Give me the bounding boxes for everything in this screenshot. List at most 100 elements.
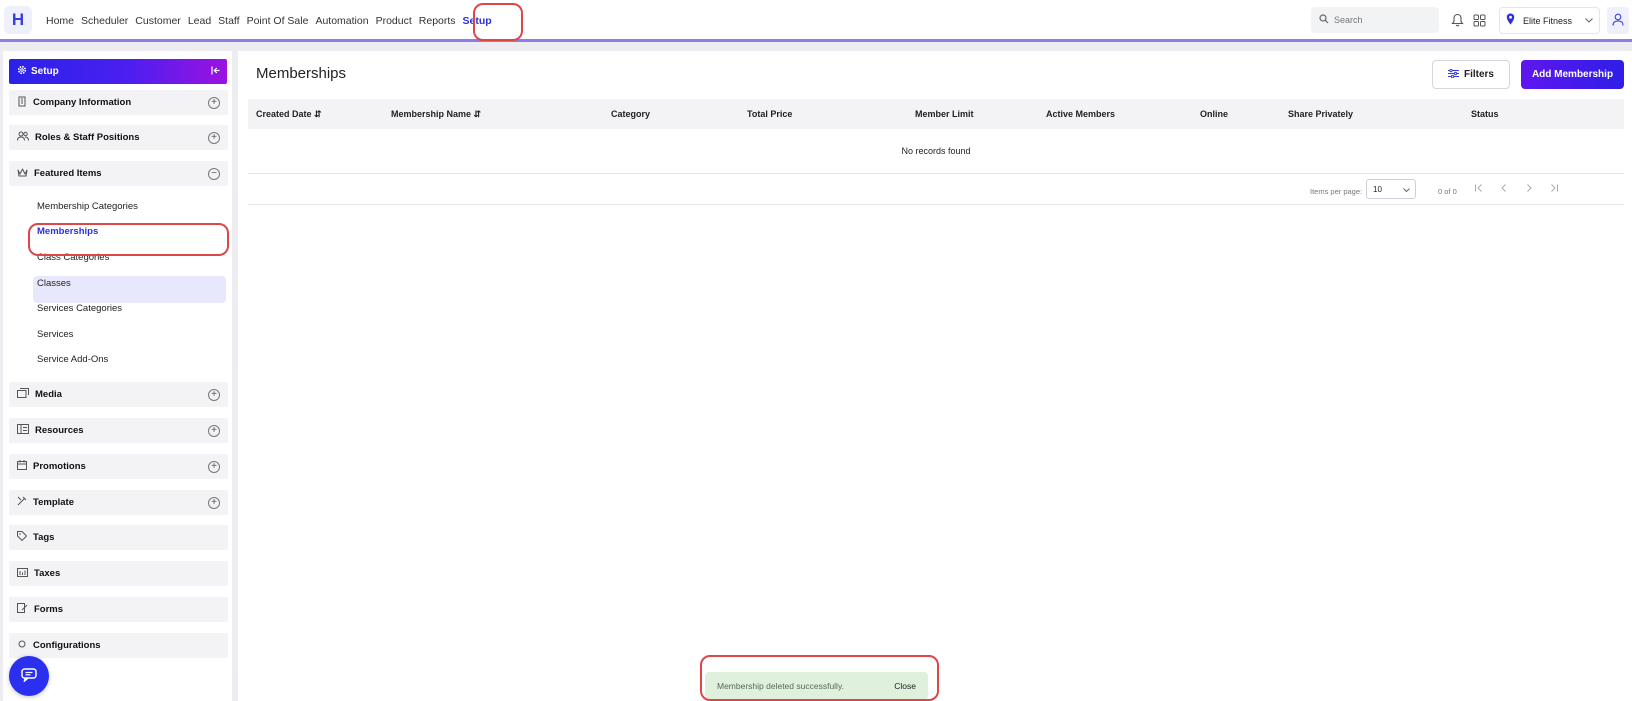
expand-plus-icon[interactable]: +: [208, 96, 220, 109]
sidebar-item-memberships[interactable]: Memberships: [37, 226, 98, 237]
media-icon: [17, 388, 29, 401]
sidebar-item-class-categories[interactable]: Class Categories: [37, 252, 109, 263]
sidebar-title: Setup: [31, 66, 59, 77]
sidebar-group-taxes[interactable]: Taxes: [9, 561, 228, 586]
previous-page-icon[interactable]: [1499, 182, 1509, 196]
column-header-online: Online: [1200, 109, 1229, 119]
add-membership-button[interactable]: Add Membership: [1521, 60, 1624, 89]
column-header-active-members: Active Members: [1046, 109, 1116, 119]
expand-plus-icon[interactable]: +: [208, 388, 220, 401]
nav-item-customer[interactable]: Customer: [135, 15, 181, 27]
pagination: Items per page: 10 0 of 0: [248, 174, 1624, 205]
sidebar-item-services[interactable]: Services: [37, 329, 73, 340]
crown-icon: [17, 168, 28, 180]
sidebar-group-label: Taxes: [34, 568, 61, 579]
nav-item-product[interactable]: Product: [376, 15, 412, 27]
sidebar-group-roles-staff[interactable]: Roles & Staff Positions +: [9, 125, 228, 150]
nav-item-lead[interactable]: Lead: [188, 15, 211, 27]
column-header-total-price: Total Price: [747, 109, 793, 119]
filters-label: Filters: [1463, 69, 1494, 80]
filter-sliders-icon: [1447, 68, 1459, 81]
nav-item-automation[interactable]: Automation: [315, 15, 368, 27]
chevron-down-icon: [1585, 15, 1593, 26]
users-icon: [17, 131, 29, 144]
search-box[interactable]: [1311, 7, 1439, 33]
filters-button[interactable]: Filters: [1432, 60, 1510, 89]
expand-plus-icon[interactable]: +: [208, 496, 220, 509]
column-header-category: Category: [611, 109, 651, 119]
empty-table-message: No records found: [248, 129, 1624, 174]
sidebar-group-label: Forms: [34, 604, 64, 615]
building-icon: [17, 96, 27, 110]
location-name: Elite Fitness: [1523, 15, 1573, 26]
calendar-icon: [17, 460, 27, 473]
column-header-membership-name[interactable]: Membership Name ⇵: [391, 109, 481, 120]
sidebar-header: Setup: [9, 59, 227, 84]
sidebar-item-service-add-ons[interactable]: Service Add-Ons: [37, 354, 108, 365]
apps-grid-icon[interactable]: [1471, 12, 1487, 28]
nav-item-setup[interactable]: Setup: [463, 15, 492, 27]
sidebar-item-membership-categories[interactable]: Membership Categories: [37, 201, 138, 212]
sidebar-item-services-categories[interactable]: Services Categories: [37, 303, 122, 314]
expand-plus-icon[interactable]: +: [208, 131, 220, 144]
sidebar-group-media[interactable]: Media +: [9, 382, 228, 407]
sidebar-group-label: Tags: [33, 532, 55, 543]
configurations-icon: [17, 639, 27, 652]
search-input[interactable]: [1334, 15, 1434, 25]
sidebar-group-tags[interactable]: Tags: [9, 525, 228, 550]
sidebar-group-label: Configurations: [33, 640, 101, 651]
table-header: Created Date ⇵ Membership Name ⇵ Categor…: [248, 99, 1624, 129]
items-per-page-value: 10: [1373, 184, 1382, 194]
sidebar-group-template[interactable]: Template +: [9, 490, 228, 515]
sidebar-group-label: Roles & Staff Positions: [35, 132, 140, 143]
sidebar-group-featured-items[interactable]: Featured Items −: [9, 161, 228, 186]
expand-plus-icon[interactable]: +: [208, 424, 220, 437]
items-per-page-label: Items per page:: [1310, 187, 1363, 196]
nav-item-home[interactable]: Home: [46, 15, 74, 27]
nav-item-point-of-sale[interactable]: Point Of Sale: [247, 15, 309, 27]
sidebar-group-company-information[interactable]: Company Information +: [9, 90, 228, 115]
settings-gear-icon: [17, 65, 27, 78]
nav-item-reports[interactable]: Reports: [419, 15, 456, 27]
main-nav: Home Scheduler Customer Lead Staff Point…: [46, 0, 499, 42]
collapse-minus-icon[interactable]: −: [208, 167, 220, 180]
first-page-icon[interactable]: [1474, 182, 1484, 196]
user-icon: [1612, 13, 1624, 29]
sort-icon: ⇵: [314, 109, 322, 119]
location-selector[interactable]: Elite Fitness: [1499, 7, 1600, 34]
chat-support-button[interactable]: [9, 656, 49, 696]
bell-icon[interactable]: [1449, 12, 1465, 28]
chat-icon: [21, 667, 37, 685]
column-header-share-privately: Share Privately: [1288, 109, 1354, 119]
column-header-status: Status: [1471, 109, 1499, 119]
sidebar-group-promotions[interactable]: Promotions +: [9, 454, 228, 479]
column-label: Created Date: [256, 109, 312, 119]
nav-item-scheduler[interactable]: Scheduler: [81, 15, 128, 27]
column-label: Membership Name: [391, 109, 472, 119]
items-per-page-select[interactable]: 10: [1366, 179, 1416, 199]
sidebar-group-forms[interactable]: Forms: [9, 597, 228, 622]
last-page-icon[interactable]: [1549, 182, 1559, 196]
sidebar-group-label: Promotions: [33, 461, 86, 472]
nav-item-staff[interactable]: Staff: [218, 15, 239, 27]
user-profile-button[interactable]: [1607, 7, 1629, 34]
sidebar-group-label: Template: [33, 497, 75, 508]
app-logo[interactable]: H: [4, 6, 32, 34]
toast-close-button[interactable]: Close: [894, 681, 916, 691]
expand-plus-icon[interactable]: +: [208, 460, 220, 473]
taxes-icon: [17, 567, 28, 580]
main-panel: Memberships Filters Add Membership Creat…: [238, 51, 1632, 701]
sidebar-group-label: Company Information: [33, 97, 132, 108]
page-title: Memberships: [256, 65, 347, 82]
collapse-sidebar-icon[interactable]: [211, 66, 221, 78]
next-page-icon[interactable]: [1524, 182, 1534, 196]
sidebar-group-resources[interactable]: Resources +: [9, 418, 228, 443]
top-navbar: H Home Scheduler Customer Lead Staff Poi…: [0, 0, 1632, 42]
sort-icon: ⇵: [473, 109, 482, 119]
column-header-member-limit: Member Limit: [915, 109, 974, 119]
sidebar-group-configurations[interactable]: Configurations: [9, 633, 228, 658]
sidebar-item-classes[interactable]: Classes: [37, 278, 71, 289]
column-header-created-date[interactable]: Created Date ⇵: [256, 109, 322, 120]
search-icon: [1319, 13, 1329, 27]
sidebar-group-label: Featured Items: [34, 168, 102, 179]
